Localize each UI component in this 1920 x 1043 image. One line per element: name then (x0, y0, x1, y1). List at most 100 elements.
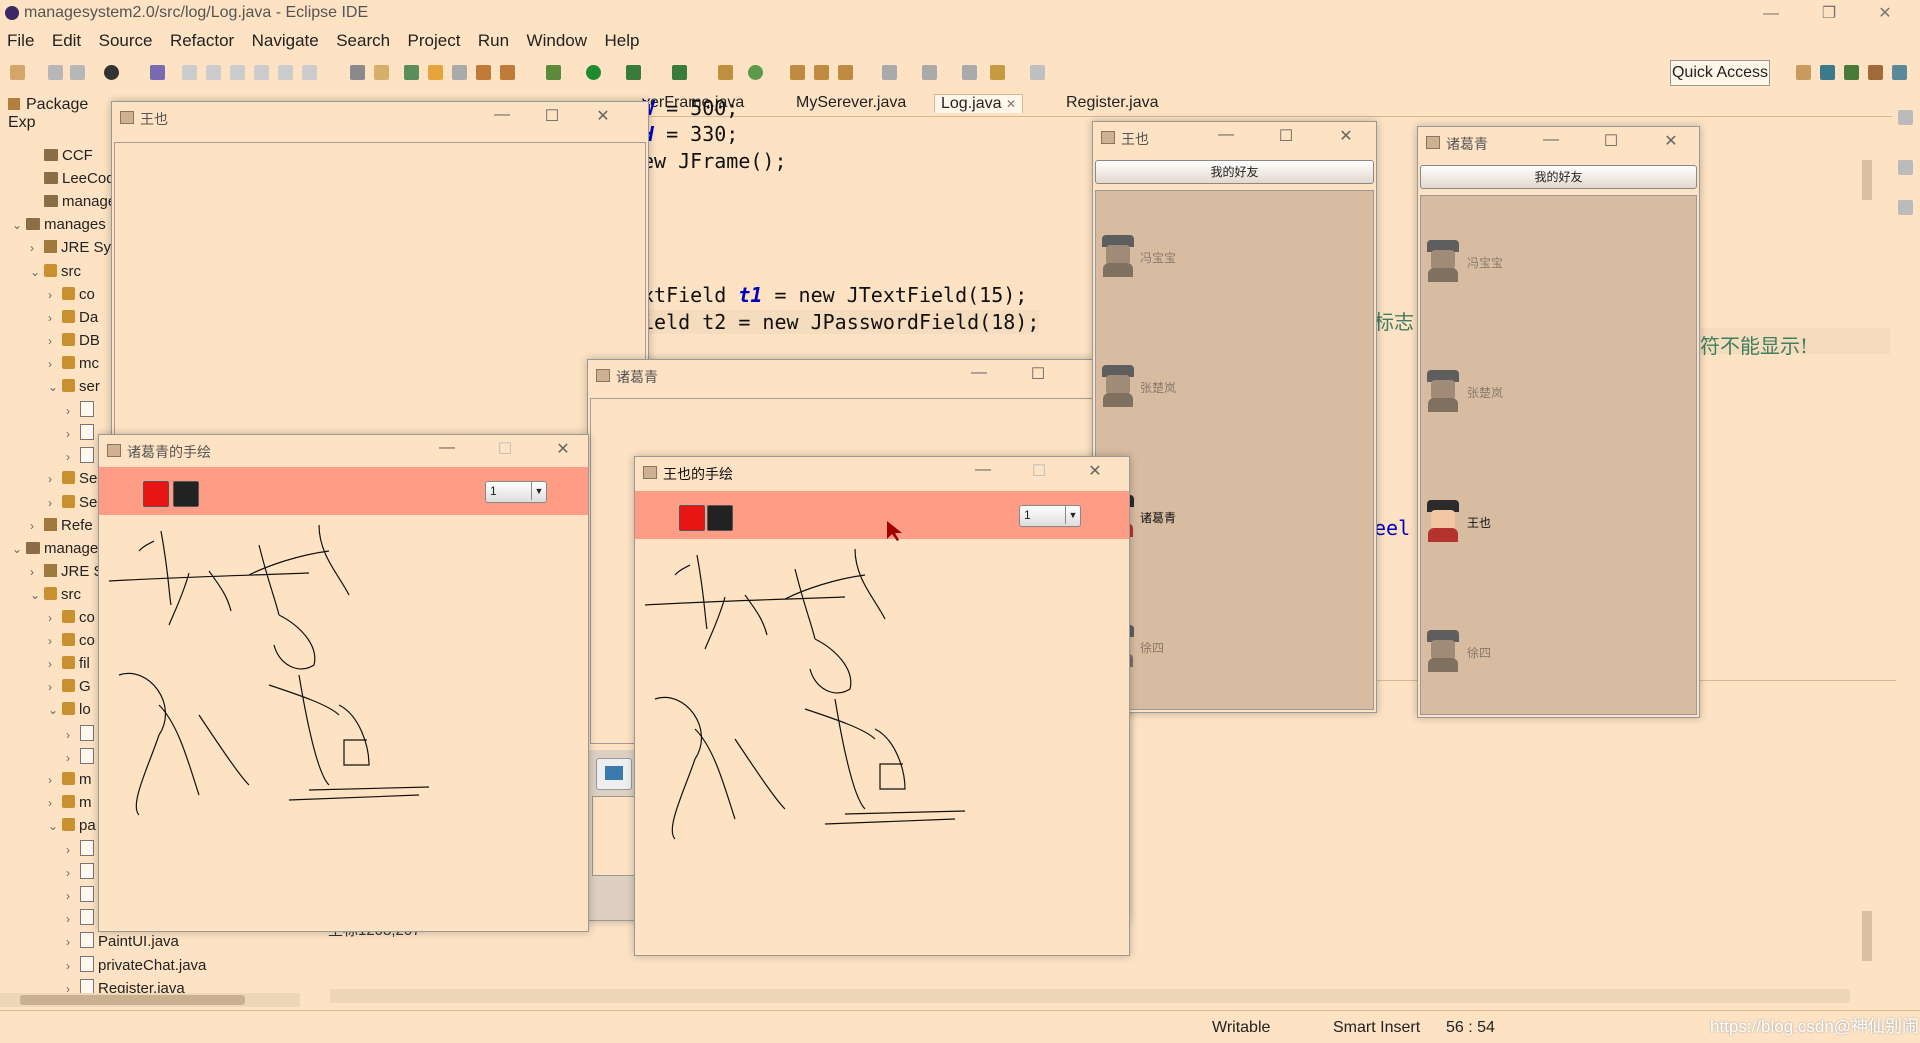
collapsed-chevron-icon[interactable]: › (48, 472, 62, 486)
collapsed-chevron-icon[interactable]: › (30, 565, 44, 579)
toggle-block-icon[interactable] (350, 65, 365, 80)
scroll-thumb[interactable] (1862, 911, 1872, 961)
new-java-project-icon[interactable] (718, 65, 733, 80)
tree-item[interactable]: › m (48, 794, 92, 816)
expanded-chevron-icon[interactable]: ⌄ (48, 703, 62, 717)
menu-edit[interactable]: Edit (45, 28, 87, 51)
vertical-scrollbar[interactable] (1860, 120, 1874, 640)
red-color-swatch[interactable] (679, 505, 705, 531)
back-icon[interactable] (990, 65, 1005, 80)
drawing-canvas[interactable] (635, 539, 1129, 953)
collapsed-chevron-icon[interactable]: › (66, 912, 80, 926)
console-h-scrollbar[interactable] (330, 989, 1850, 1003)
tree-item[interactable]: › Se (48, 494, 97, 516)
window-titlebar[interactable]: 王也 — ☐ ✕ (112, 102, 648, 132)
minimize-button[interactable]: — (1211, 126, 1241, 144)
open-perspective-icon[interactable] (1796, 65, 1811, 80)
new-class-icon[interactable] (748, 65, 763, 80)
minimize-button[interactable]: — (968, 461, 998, 479)
expanded-chevron-icon[interactable]: ⌄ (48, 380, 62, 394)
team-perspective-icon[interactable] (1892, 65, 1907, 80)
tree-item[interactable]: › (66, 401, 98, 423)
friend-name[interactable]: 张楚岚 (1467, 384, 1503, 401)
next-annotation-icon[interactable] (476, 65, 491, 80)
expanded-chevron-icon[interactable]: ⌄ (12, 542, 26, 556)
tree-item[interactable]: › co (48, 609, 95, 631)
search-icon[interactable] (838, 65, 853, 80)
tree-item[interactable]: › (66, 724, 98, 747)
tree-item[interactable]: › m (48, 771, 92, 793)
expanded-chevron-icon[interactable]: ⌄ (30, 588, 44, 602)
tree-item[interactable]: LeeCode (30, 170, 123, 192)
task-list-icon[interactable] (1898, 160, 1913, 175)
skip-breakpoints-icon[interactable] (150, 65, 165, 80)
friend-name[interactable]: 徐四 (1467, 644, 1491, 661)
window-titlebar[interactable]: 王也的手绘 — ☐ ✕ (635, 457, 1129, 487)
tab-log[interactable]: Log.java ✕ (934, 94, 1024, 113)
collapsed-chevron-icon[interactable]: › (66, 450, 80, 464)
drawing-canvas[interactable] (99, 515, 588, 929)
friend-avatar[interactable] (1100, 235, 1136, 277)
black-color-swatch[interactable] (173, 481, 199, 507)
menu-help[interactable]: Help (597, 28, 645, 51)
tree-item[interactable]: › Se (48, 470, 97, 492)
git-perspective-icon[interactable] (1868, 65, 1883, 80)
collapsed-chevron-icon[interactable]: › (48, 773, 62, 787)
suspend-icon[interactable] (206, 65, 221, 80)
whitespace-icon[interactable] (452, 65, 467, 80)
tree-item[interactable]: ⌄ src (30, 263, 81, 285)
collapsed-chevron-icon[interactable]: › (48, 357, 62, 371)
collapsed-chevron-icon[interactable]: › (66, 427, 80, 441)
tree-item[interactable]: › Refe (30, 517, 93, 539)
tree-item[interactable]: › (66, 447, 98, 469)
collapsed-chevron-icon[interactable]: › (66, 404, 80, 418)
maximize-button[interactable]: ☐ (537, 106, 567, 126)
open-task-icon[interactable] (814, 65, 829, 80)
friend-name[interactable]: 诸葛青 (1140, 509, 1176, 526)
save-all-icon[interactable] (70, 65, 85, 80)
collapsed-chevron-icon[interactable]: › (30, 241, 44, 255)
collapsed-chevron-icon[interactable]: › (48, 288, 62, 302)
java-perspective-icon[interactable] (1820, 65, 1835, 80)
highlight-icon[interactable] (428, 65, 443, 80)
collapsed-chevron-icon[interactable]: › (66, 751, 80, 765)
scroll-thumb[interactable] (20, 995, 245, 1005)
minimize-button[interactable]: — (432, 439, 462, 457)
tree-item[interactable]: › JRE S (30, 563, 104, 585)
friend-avatar[interactable] (1425, 370, 1461, 412)
tree-item[interactable]: ⌄ manage (12, 540, 98, 562)
debug-icon[interactable] (546, 65, 561, 80)
debug-perspective-icon[interactable] (1844, 65, 1859, 80)
tab-register[interactable]: Register.java (1066, 94, 1159, 112)
collapsed-chevron-icon[interactable]: › (66, 959, 80, 973)
tree-item[interactable]: › (66, 863, 98, 885)
tree-item[interactable]: › JRE Sy (30, 239, 111, 261)
collapsed-chevron-icon[interactable]: › (48, 634, 62, 648)
my-friends-button[interactable]: 我的好友 (1420, 165, 1697, 189)
collapsed-chevron-icon[interactable]: › (48, 311, 62, 325)
maximize-button[interactable]: ☐ (1023, 364, 1053, 384)
tree-item[interactable]: › (66, 747, 98, 770)
scroll-thumb[interactable] (1862, 160, 1872, 200)
tree-item[interactable]: › (66, 424, 98, 446)
collapsed-chevron-icon[interactable]: › (48, 657, 62, 671)
close-button[interactable]: ✕ (588, 106, 618, 126)
menu-window[interactable]: Window (520, 28, 593, 51)
terminate-icon[interactable] (230, 65, 245, 80)
step-over-icon[interactable] (302, 65, 317, 80)
message-area[interactable] (114, 142, 646, 460)
resume-icon[interactable] (182, 65, 197, 80)
tree-item[interactable]: › (66, 840, 98, 862)
next-edit-icon[interactable] (882, 65, 897, 80)
menu-run[interactable]: Run (471, 28, 515, 51)
mark-occurrences-icon[interactable] (374, 65, 389, 80)
prev-annotation-icon[interactable] (500, 65, 515, 80)
close-tab-icon[interactable]: ✕ (1006, 97, 1016, 111)
expanded-chevron-icon[interactable]: ⌄ (30, 265, 44, 279)
tree-item[interactable]: › privateChat.java (66, 955, 206, 978)
friend-avatar[interactable] (1425, 500, 1461, 542)
friend-avatar[interactable] (1425, 630, 1461, 672)
menu-project[interactable]: Project (401, 28, 467, 51)
outline-icon[interactable] (1898, 110, 1913, 125)
maximize-button[interactable]: ☐ (1271, 126, 1301, 146)
